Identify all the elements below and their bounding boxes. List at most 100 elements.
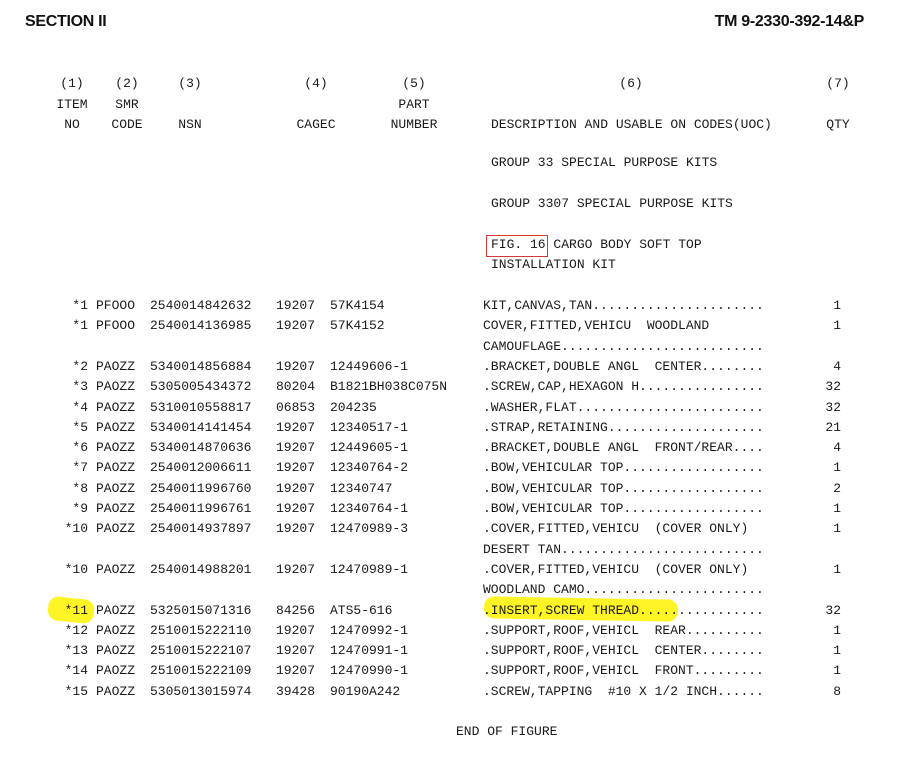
row-cagec: 80204 (276, 379, 316, 395)
row-item-number: *6 (72, 440, 88, 456)
row-quantity: 1 (833, 643, 841, 659)
row-cagec: 19207 (276, 358, 316, 374)
row-quantity: 1 (833, 521, 841, 537)
row-smr-code: PAOZZ (96, 663, 136, 679)
row-part-number: B1821BH038C075N (330, 379, 448, 395)
row-smr-code: PAOZZ (96, 622, 136, 638)
row-part-number: 12340764-1 (330, 501, 409, 516)
row-part-number: 57K4152 (330, 318, 385, 334)
row-part-number: 12340747 (330, 480, 393, 496)
row-item-number: *3 (72, 379, 88, 395)
row-item-number: *13 (64, 643, 88, 659)
row-smr-code: PFOOO (96, 318, 136, 334)
col-part-number-label: PART (398, 97, 430, 112)
row-smr-code: PAOZZ (96, 379, 136, 395)
row-nsn: 5325015071316 (150, 602, 252, 618)
manual-number: TM 9-2330-392-14&P (714, 13, 865, 30)
row-description: WOODLAND CAMO....................... (483, 582, 764, 598)
row-quantity: 1 (833, 663, 841, 679)
row-cagec: 19207 (276, 298, 316, 313)
row-cagec: 19207 (276, 480, 316, 496)
row-nsn: 5340014141454 (150, 419, 252, 435)
row-description: .SCREW,CAP,HEXAGON H................ (483, 379, 764, 395)
row-nsn: 5305005434372 (150, 379, 252, 395)
row-item-number: *14 (64, 663, 88, 679)
row-description: .BOW,VEHICULAR TOP.................. (483, 480, 764, 496)
row-smr-code: PAOZZ (96, 460, 136, 476)
row-item-number: *7 (72, 460, 88, 476)
row-smr-code: PAOZZ (96, 683, 136, 699)
row-smr-code: PFOOO (96, 298, 136, 313)
row-item-number: *10 (64, 561, 88, 577)
group-3307-label: GROUP 3307 SPECIAL PURPOSE KITS (491, 196, 733, 211)
row-cagec: 19207 (276, 318, 316, 334)
row-nsn: 2540012006611 (150, 460, 252, 476)
row-description: .COVER,FITTED,VEHICU (COVER ONLY) (483, 521, 749, 537)
row-description: .SUPPORT,ROOF,VEHICL REAR.......... (483, 622, 764, 638)
row-part-number: 12470990-1 (330, 663, 409, 679)
row-description: .BRACKET,DOUBLE ANGL FRONT/REAR.... (483, 440, 764, 456)
row-part-number: 12470992-1 (330, 622, 409, 638)
row-cagec: 19207 (276, 643, 316, 659)
row-item-number: *5 (72, 419, 88, 435)
row-item-number: *9 (72, 501, 88, 516)
row-cagec: 19207 (276, 663, 316, 679)
row-quantity: 21 (825, 419, 841, 435)
row-smr-code: PAOZZ (96, 419, 136, 435)
row-quantity: 32 (825, 379, 841, 395)
row-description: CAMOUFLAGE.......................... (483, 338, 764, 354)
row-smr-code: PAOZZ (96, 358, 136, 374)
row-description: .SUPPORT,ROOF,VEHICL FRONT......... (483, 663, 764, 679)
row-cagec: 19207 (276, 460, 316, 476)
row-cagec: 06853 (276, 399, 316, 415)
row-description: DESERT TAN.......................... (483, 541, 764, 557)
row-item-number: *1 (72, 298, 88, 313)
row-smr-code: PAOZZ (96, 480, 136, 496)
row-nsn: 2510015222107 (150, 643, 252, 659)
row-nsn: 2540014937897 (150, 521, 252, 537)
group-33-label: GROUP 33 SPECIAL PURPOSE KITS (491, 155, 718, 170)
row-quantity: 1 (833, 460, 841, 476)
row-nsn: 2510015222109 (150, 663, 252, 679)
row-smr-code: PAOZZ (96, 501, 136, 516)
row-item-number: *1 (72, 318, 88, 334)
row-quantity: 1 (833, 501, 841, 516)
row-item-number: *10 (64, 521, 88, 537)
row-item-number: *4 (72, 399, 88, 415)
row-description: KIT,CANVAS,TAN...................... (483, 298, 764, 313)
row-description: .COVER,FITTED,VEHICU (COVER ONLY) (483, 561, 749, 577)
row-cagec: 84256 (276, 602, 316, 618)
row-nsn: 5340014856884 (150, 358, 252, 374)
figure-title: FIG. 16 CARGO BODY SOFT TOP (491, 237, 702, 252)
row-quantity: 1 (833, 561, 841, 577)
row-cagec: 19207 (276, 440, 316, 456)
row-item-number: *8 (72, 480, 88, 496)
row-cagec: 19207 (276, 561, 316, 577)
row-part-number: 12470991-1 (330, 643, 409, 659)
row-item-number: *12 (64, 622, 88, 638)
row-part-number: 57K4154 (330, 298, 385, 313)
row-nsn: 5310010558817 (150, 399, 252, 415)
row-part-number: 12340764-2 (330, 460, 409, 476)
row-description: .BOW,VEHICULAR TOP.................. (483, 460, 764, 476)
row-item-number: *11 (64, 602, 88, 618)
row-quantity: 4 (833, 358, 841, 374)
row-quantity: 32 (825, 602, 841, 618)
row-nsn: 2540014842632 (150, 298, 252, 313)
figure-subtitle: INSTALLATION KIT (491, 257, 616, 272)
row-item-number: *2 (72, 358, 88, 374)
row-part-number: 204235 (330, 399, 377, 415)
row-description: .STRAP,RETAINING.................... (483, 419, 764, 435)
row-quantity: 1 (833, 622, 841, 638)
row-smr-code: PAOZZ (96, 561, 136, 577)
section-title: SECTION II (25, 13, 107, 30)
row-item-number: *15 (64, 683, 88, 699)
row-cagec: 19207 (276, 419, 316, 435)
row-quantity: 32 (825, 399, 841, 415)
row-quantity: 4 (833, 440, 841, 456)
row-smr-code: PAOZZ (96, 643, 136, 659)
row-cagec: 19207 (276, 501, 316, 516)
row-smr-code: PAOZZ (96, 521, 136, 537)
row-nsn: 5340014870636 (150, 440, 252, 456)
row-cagec: 19207 (276, 622, 316, 638)
